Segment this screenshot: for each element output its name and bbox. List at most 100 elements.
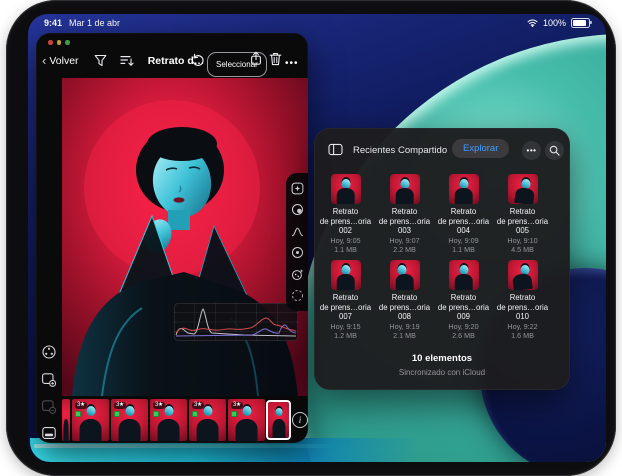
filmstrip-thumbnail[interactable]: 3★ [189,399,226,441]
file-thumbnail [449,260,479,290]
window-zoom-dot[interactable] [65,40,70,45]
duotone-icon[interactable] [291,203,304,216]
file-item[interactable]: Retrato de prens…oria 004 Hoy, 9:09 1.1 … [434,174,493,254]
file-name-line1: Retrato [434,207,493,217]
copy-edits-icon[interactable] [40,371,57,388]
wifi-icon [527,19,538,27]
more-menu-button[interactable]: ••• [522,141,541,160]
file-name-line2: de prens…oria 008 [375,303,434,322]
chevron-left-icon: ‹ [42,56,46,66]
edit-tools-rail [286,173,308,311]
file-size: 2.1 MB [375,331,434,340]
rating-badge: 3★ [192,402,204,409]
file-name-line1: Retrato [316,207,375,217]
green-flag-badge [231,411,237,417]
filmstrip-thumbnail[interactable]: 3★ [72,399,109,441]
file-date: Hoy, 9:07 [375,236,434,245]
file-date: Hoy, 9:22 [493,322,552,331]
file-item[interactable]: Retrato de prens…oria 010 Hoy, 9:22 1.6 … [493,260,552,340]
info-button[interactable]: i [292,412,308,428]
filmstrip-toggle-icon[interactable] [40,424,57,441]
file-name-line2: de prens…oria 003 [375,217,434,236]
file-size: 2.6 MB [434,331,493,340]
ellipsis-icon: ••• [527,146,537,155]
file-item[interactable]: Retrato de prens…oria 008 Hoy, 9:19 2.1 … [375,260,434,340]
screenshot: 9:41 Mar 1 de abr 100% ‹ Volver [0,0,622,476]
history-reset-icon[interactable] [291,289,304,302]
window-close-dot[interactable] [48,40,53,45]
file-name-line1: Retrato [375,293,434,303]
green-flag-badge [75,411,81,417]
filmstrip-thumbnail-selected[interactable] [266,400,291,440]
filmstrip-thumbnail[interactable] [62,399,70,441]
filmstrip-thumbnail[interactable]: 3★ [150,399,187,441]
filmstrip-thumbnail[interactable]: 3★ [228,399,265,441]
file-thumbnail [449,174,479,204]
rating-badge: 3★ [114,402,126,409]
ipad-device-frame: 9:41 Mar 1 de abr 100% ‹ Volver [6,0,616,476]
window-controls[interactable] [48,40,70,45]
file-item[interactable]: Retrato de prens…oria 003 Hoy, 9:07 2.2 … [375,174,434,254]
file-name-line2: de prens…oria 004 [434,217,493,236]
items-count: 10 elementos [314,353,570,364]
file-size: 1.2 MB [316,331,375,340]
file-size: 1.1 MB [434,245,493,254]
file-thumbnail [508,174,538,204]
undo-icon[interactable] [191,53,205,67]
file-item[interactable]: Retrato de prens…oria 002 Hoy, 9:05 1.1 … [316,174,375,254]
file-item[interactable]: Retrato de prens…oria 009 Hoy, 9:20 2.6 … [434,260,493,340]
tab-recientes[interactable]: Recientes [353,145,395,156]
filmstrip: 3★ 3★ 3★ 3★ 3★ [62,399,292,441]
filmstrip-thumbnail[interactable]: 3★ [111,399,148,441]
search-button[interactable] [545,141,564,160]
file-date: Hoy, 9:09 [434,236,493,245]
filter-funnel-icon[interactable] [94,54,107,67]
green-flag-badge [153,411,159,417]
green-flag-badge [192,411,198,417]
file-item[interactable]: Retrato de prens…oria 007 Hoy, 9:15 1.2 … [316,260,375,340]
tab-explorar-selected[interactable]: Explorar [452,139,509,158]
back-button[interactable]: ‹ Volver [42,52,79,70]
back-label: Volver [49,55,78,67]
portrait-photo [62,78,308,396]
more-options-button[interactable]: ••• [285,54,299,72]
file-name-line1: Retrato [434,293,493,303]
file-name-line2: de prens…oria 002 [316,217,375,236]
file-name-line2: de prens…oria 010 [493,303,552,322]
status-date: Mar 1 de abr [69,18,120,28]
window-minimize-dot[interactable] [57,40,62,45]
photo-editor-window: ‹ Volver Retrato d… Seleccionar ••• [36,33,308,443]
white-balance-icon[interactable] [291,246,304,259]
file-thumbnail [508,260,538,290]
ipad-screen: 9:41 Mar 1 de abr 100% ‹ Volver [28,14,606,462]
file-item[interactable]: Retrato de prens…oria 005 Hoy, 9:10 4.5 … [493,174,552,254]
file-name-line2: de prens…oria 009 [434,303,493,322]
file-thumbnail [331,260,361,290]
file-thumbnail [390,260,420,290]
file-date: Hoy, 9:05 [316,236,375,245]
share-icon[interactable] [249,51,263,66]
file-name-line2: de prens…oria 005 [493,217,552,236]
file-date: Hoy, 9:20 [434,322,493,331]
search-icon [549,145,560,156]
files-browser-window: Recientes Compartido Explorar ••• Retrat… [314,128,570,390]
file-date: Hoy, 9:15 [316,322,375,331]
curves-icon[interactable] [291,225,304,238]
file-name-line2: de prens…oria 007 [316,303,375,322]
file-date: Hoy, 9:19 [375,322,434,331]
tab-compartido[interactable]: Compartido [398,145,447,156]
paste-edits-icon[interactable] [40,398,57,415]
sidebar-toggle-icon[interactable] [328,143,343,156]
adjustments-icon[interactable] [40,343,57,360]
file-name-line1: Retrato [493,293,552,303]
photo-canvas[interactable] [62,78,308,396]
sort-icon[interactable] [120,54,134,67]
wallpaper-cyan-glow-core [34,444,334,448]
file-size: 1.1 MB [316,245,375,254]
file-name-line1: Retrato [316,293,375,303]
trash-icon[interactable] [269,52,282,66]
filters-icon[interactable] [291,182,304,195]
file-size: 1.6 MB [493,331,552,340]
grain-effects-icon[interactable] [291,268,304,281]
status-bar: 9:41 Mar 1 de abr 100% [28,14,606,32]
